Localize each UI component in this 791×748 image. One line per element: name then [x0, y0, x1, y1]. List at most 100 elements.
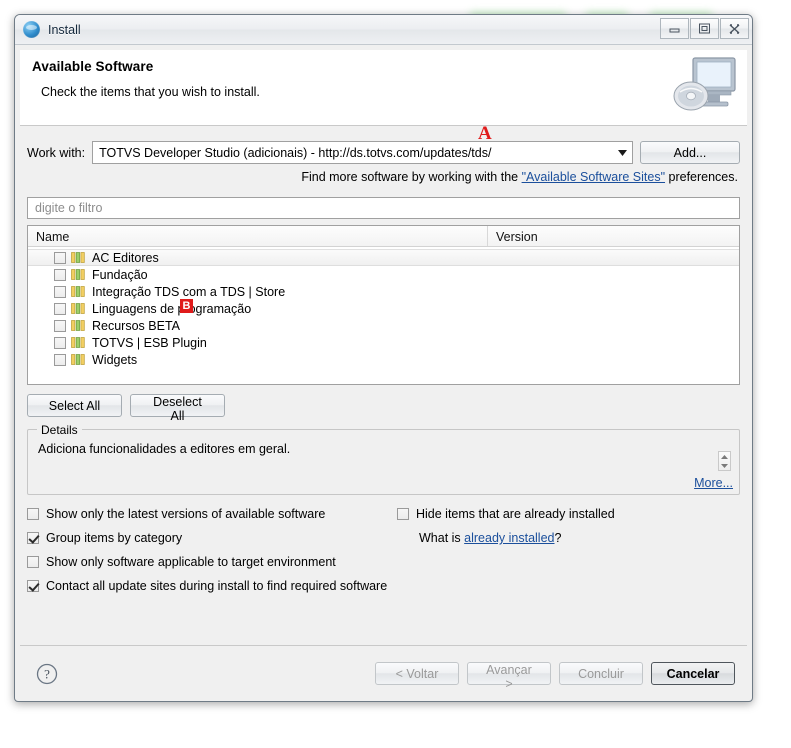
- selection-buttons: Select All Deselect All: [27, 394, 740, 423]
- table-row[interactable]: Fundação: [28, 266, 739, 283]
- option-contact-all-update-sites[interactable]: Contact all update sites during install …: [27, 579, 740, 593]
- details-text: Adiciona funcionalidades a editores em g…: [38, 442, 291, 456]
- option-label: Show only software applicable to target …: [46, 555, 336, 569]
- scroll-up-icon[interactable]: [719, 452, 730, 461]
- options-right-column: Hide items that are already installed Wh…: [397, 507, 615, 545]
- next-button[interactable]: Avançar >: [467, 662, 551, 691]
- install-globe-icon: [23, 21, 40, 38]
- row-name: TOTVS | ESB Plugin: [92, 335, 207, 350]
- option-group-by-category[interactable]: Group items by category: [27, 531, 740, 545]
- software-table: Name Version AC Editores Fundação Integr…: [27, 225, 740, 385]
- table-row[interactable]: Widgets: [28, 351, 739, 368]
- back-button[interactable]: < Voltar: [375, 662, 459, 685]
- option-label: Show only the latest versions of availab…: [46, 507, 326, 521]
- checkbox[interactable]: [27, 532, 39, 544]
- what-is-suffix: ?: [554, 531, 562, 545]
- maximize-icon: [699, 23, 710, 34]
- row-name: Recursos BETA: [92, 318, 180, 333]
- work-with-value: TOTVS Developer Studio (adicionais) - ht…: [99, 145, 492, 160]
- close-icon: [729, 23, 740, 34]
- details-legend: Details: [37, 423, 82, 437]
- help-icon[interactable]: ?: [36, 663, 58, 685]
- option-label: Hide items that are already installed: [416, 507, 615, 521]
- page-title: Available Software: [32, 59, 154, 74]
- window-controls: [660, 18, 749, 39]
- category-icon: [71, 354, 85, 365]
- table-body: AC Editores Fundação Integração TDS com …: [28, 247, 739, 384]
- row-checkbox[interactable]: [54, 251, 66, 264]
- monitor-disc-icon: [673, 57, 736, 111]
- page-subtitle: Check the items that you wish to install…: [41, 85, 260, 99]
- details-group: Details Adiciona funcionalidades a edito…: [27, 423, 740, 495]
- work-with-row: Work with: TOTVS Developer Studio (adici…: [27, 141, 740, 164]
- option-hide-installed[interactable]: Hide items that are already installed: [397, 507, 615, 521]
- window-title: Install: [48, 22, 81, 37]
- annotation-marker-a: A: [478, 123, 492, 144]
- title-bar[interactable]: Install: [15, 15, 752, 45]
- finish-button[interactable]: Concluir: [559, 662, 643, 685]
- table-row[interactable]: Linguagens de programação: [28, 300, 739, 317]
- row-name: AC Editores: [92, 250, 159, 265]
- maximize-button[interactable]: [690, 18, 719, 39]
- row-checkbox[interactable]: [54, 285, 66, 298]
- options-area: Show only the latest versions of availab…: [27, 507, 740, 645]
- checkbox[interactable]: [27, 556, 39, 568]
- checkbox[interactable]: [397, 508, 409, 520]
- column-header-name[interactable]: Name: [28, 226, 488, 246]
- what-is-prefix: What is: [419, 531, 465, 545]
- category-icon: [71, 269, 85, 280]
- find-more-prefix: Find more software by working with the: [301, 170, 522, 184]
- dialog-footer: ? < Voltar Avançar > Concluir Cancelar: [20, 645, 747, 701]
- scroll-down-icon[interactable]: [719, 461, 730, 470]
- table-row[interactable]: Recursos BETA: [28, 317, 739, 334]
- option-label: Group items by category: [46, 531, 183, 545]
- available-software-sites-link[interactable]: "Available Software Sites": [522, 170, 665, 184]
- minimize-button[interactable]: [660, 18, 689, 39]
- row-checkbox[interactable]: [54, 336, 66, 349]
- checkbox[interactable]: [27, 508, 39, 520]
- option-show-latest-versions[interactable]: Show only the latest versions of availab…: [27, 507, 740, 521]
- filter-placeholder: digite o filtro: [35, 201, 103, 215]
- table-header: Name Version: [28, 226, 739, 247]
- category-icon: [71, 286, 85, 297]
- row-checkbox[interactable]: [54, 302, 66, 315]
- row-name: Widgets: [92, 352, 138, 367]
- column-header-version[interactable]: Version: [488, 226, 739, 246]
- dialog-body: Work with: TOTVS Developer Studio (adici…: [15, 126, 752, 645]
- work-with-combo[interactable]: TOTVS Developer Studio (adicionais) - ht…: [92, 141, 633, 164]
- checkbox[interactable]: [27, 580, 39, 592]
- details-scroll-spinner[interactable]: [718, 451, 731, 471]
- banner-text: Available Software Check the items that …: [20, 50, 260, 99]
- row-checkbox[interactable]: [54, 268, 66, 281]
- table-row[interactable]: AC Editores: [28, 249, 739, 266]
- table-row[interactable]: Integração TDS com a TDS | Store: [28, 283, 739, 300]
- category-icon: [71, 337, 85, 348]
- what-is-already-installed: What is already installed?: [397, 531, 615, 545]
- install-dialog: Install Available Software Check the ite…: [14, 14, 753, 702]
- work-with-label: Work with:: [27, 145, 86, 160]
- cancel-button[interactable]: Cancelar: [651, 662, 735, 685]
- category-icon: [71, 320, 85, 331]
- row-name: Integração TDS com a TDS | Store: [92, 284, 286, 299]
- table-row[interactable]: TOTVS | ESB Plugin: [28, 334, 739, 351]
- find-more-line: Find more software by working with the "…: [27, 170, 740, 184]
- category-icon: [71, 252, 85, 263]
- chevron-down-icon[interactable]: [613, 142, 632, 163]
- row-name: Linguagens de programação: [92, 301, 252, 316]
- option-label: Contact all update sites during install …: [46, 579, 388, 593]
- row-checkbox[interactable]: [54, 353, 66, 366]
- option-applicable-to-target[interactable]: Show only software applicable to target …: [27, 555, 740, 569]
- annotation-marker-b: B: [180, 299, 193, 313]
- row-checkbox[interactable]: [54, 319, 66, 332]
- close-button[interactable]: [720, 18, 749, 39]
- minimize-icon: [669, 28, 680, 33]
- page-banner: Available Software Check the items that …: [20, 50, 747, 126]
- deselect-all-button[interactable]: Deselect All: [130, 394, 225, 423]
- more-details-link[interactable]: More...: [694, 476, 733, 490]
- already-installed-link[interactable]: already installed: [464, 531, 554, 545]
- select-all-button[interactable]: Select All: [27, 394, 122, 417]
- filter-input[interactable]: digite o filtro: [27, 197, 740, 219]
- add-site-button[interactable]: Add...: [640, 141, 740, 164]
- svg-text:?: ?: [44, 666, 50, 681]
- find-more-suffix: preferences.: [665, 170, 739, 184]
